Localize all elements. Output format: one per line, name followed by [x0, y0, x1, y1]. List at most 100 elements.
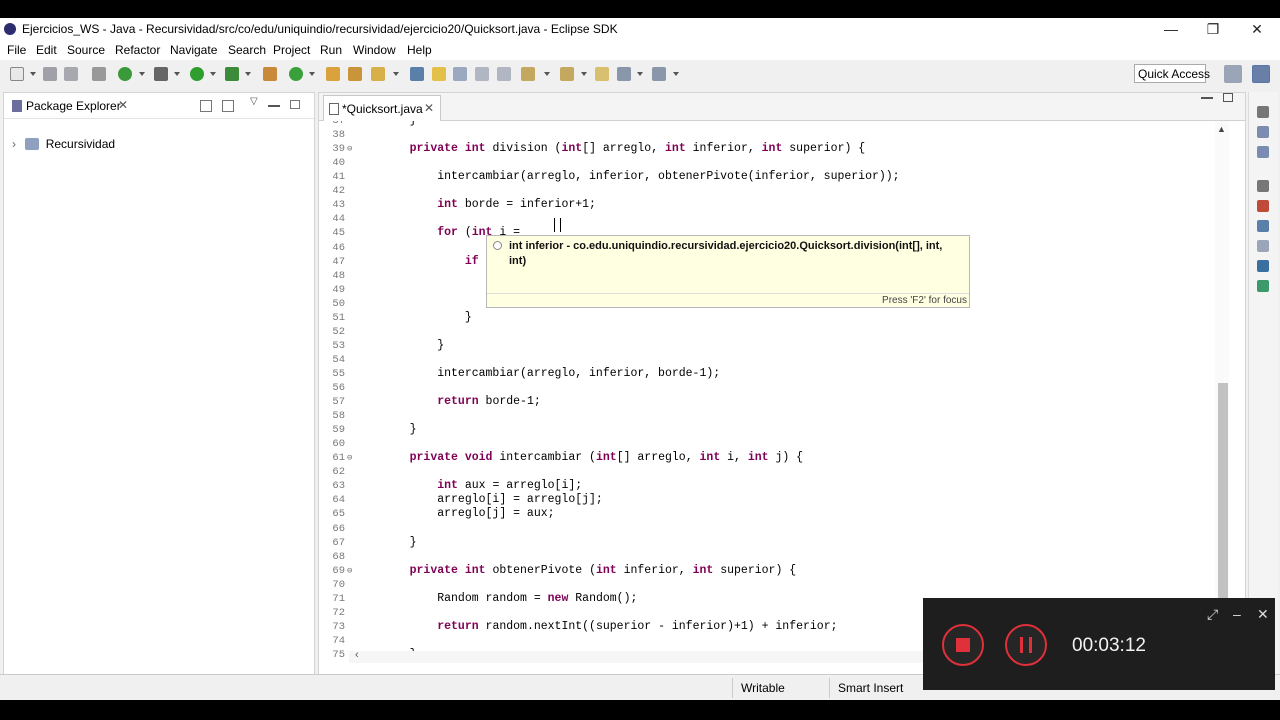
- code-line[interactable]: }: [382, 423, 417, 436]
- menu-file[interactable]: File: [7, 43, 26, 57]
- run-icon[interactable]: [190, 67, 204, 81]
- minimize-button[interactable]: —: [1150, 18, 1192, 40]
- restore-bottom-icon[interactable]: [1257, 180, 1269, 192]
- vertical-scrollbar[interactable]: ▲: [1215, 121, 1229, 651]
- menu-search[interactable]: Search: [228, 43, 266, 57]
- quick-access-field[interactable]: Quick Access: [1134, 64, 1210, 83]
- problems-icon[interactable]: [1257, 200, 1269, 212]
- prev-annotation-dropdown-icon[interactable]: [581, 72, 587, 76]
- menu-run[interactable]: Run: [320, 43, 342, 57]
- javadoc-icon[interactable]: [1257, 220, 1269, 232]
- next-annotation-icon[interactable]: [521, 67, 535, 81]
- view-menu-icon[interactable]: ▽: [250, 96, 262, 108]
- prev-annotation-icon[interactable]: [560, 67, 574, 81]
- new-icon[interactable]: [10, 67, 24, 81]
- open-type-icon[interactable]: [326, 67, 340, 81]
- code-line[interactable]: }: [382, 536, 417, 549]
- menu-project[interactable]: Project: [273, 43, 310, 57]
- menu-refactor[interactable]: Refactor: [115, 43, 160, 57]
- code-line[interactable]: private int obtenerPivote (int inferior,…: [382, 564, 797, 577]
- task-list-icon[interactable]: [1257, 126, 1269, 138]
- code-line[interactable]: arreglo[j] = aux;: [382, 507, 554, 520]
- back-icon[interactable]: [617, 67, 631, 81]
- search-dropdown-icon[interactable]: [393, 72, 399, 76]
- coverage-icon[interactable]: [225, 67, 239, 81]
- code-line[interactable]: }: [382, 121, 417, 127]
- toggle-breadcrumb-icon[interactable]: [410, 67, 424, 81]
- code-line[interactable]: private void intercambiar (int[] arreglo…: [382, 451, 803, 464]
- code-line[interactable]: int borde = inferior+1;: [382, 198, 596, 211]
- package-explorer-close-icon[interactable]: ✕: [118, 98, 128, 112]
- maximize-button[interactable]: ❐: [1192, 18, 1234, 40]
- code-line[interactable]: return borde-1;: [382, 395, 541, 408]
- recorder-expand-icon[interactable]: ⤢: [1207, 606, 1218, 623]
- scroll-up-icon[interactable]: ▲: [1217, 124, 1226, 134]
- package-explorer-title[interactable]: Package Explorer: [26, 99, 121, 113]
- fold-toggle-icon[interactable]: ⊖: [347, 566, 352, 576]
- pilcrow-icon[interactable]: [497, 67, 511, 81]
- forward-icon[interactable]: [652, 67, 666, 81]
- new-class-dropdown-icon[interactable]: [309, 72, 315, 76]
- block-selection-icon[interactable]: [453, 67, 467, 81]
- menu-help[interactable]: Help: [407, 43, 432, 57]
- debug-dropdown-icon[interactable]: [174, 72, 180, 76]
- project-dropdown-icon[interactable]: [139, 72, 145, 76]
- next-annotation-dropdown-icon[interactable]: [544, 72, 550, 76]
- code-line[interactable]: intercambiar(arreglo, inferior, obtenerP…: [382, 170, 899, 183]
- stop-recording-button[interactable]: [942, 624, 984, 666]
- expand-chevron-icon[interactable]: ›: [12, 137, 16, 151]
- show-whitespace-icon[interactable]: [475, 67, 489, 81]
- scroll-left-icon[interactable]: ‹: [355, 649, 359, 661]
- search-icon[interactable]: [371, 67, 385, 81]
- new-dropdown-icon[interactable]: [30, 72, 36, 76]
- new-package-icon[interactable]: [263, 67, 277, 81]
- recorder-minimize-icon[interactable]: –: [1233, 606, 1241, 622]
- coverage-dropdown-icon[interactable]: [245, 72, 251, 76]
- progress-icon[interactable]: [1257, 280, 1269, 292]
- menu-edit[interactable]: Edit: [36, 43, 57, 57]
- declaration-icon[interactable]: [1257, 240, 1269, 252]
- outline-icon[interactable]: [1257, 146, 1269, 158]
- fold-toggle-icon[interactable]: ⊖: [347, 453, 352, 463]
- code-line[interactable]: return random.nextInt((superior - inferi…: [382, 620, 837, 633]
- open-perspective-icon[interactable]: [1224, 65, 1242, 83]
- code-line[interactable]: intercambiar(arreglo, inferior, borde-1)…: [382, 367, 720, 380]
- editor-maximize-icon[interactable]: [1223, 93, 1233, 102]
- link-with-editor-icon[interactable]: [222, 100, 234, 112]
- close-button[interactable]: ✕: [1236, 18, 1278, 40]
- code-line[interactable]: private int division (int[] arreglo, int…: [382, 142, 866, 155]
- tab-close-icon[interactable]: ✕: [424, 101, 434, 115]
- code-line[interactable]: int aux = arreglo[i];: [382, 479, 582, 492]
- project-tree-item[interactable]: › Recursividad: [12, 137, 115, 151]
- editor-minimize-icon[interactable]: [1201, 97, 1213, 99]
- minimize-view-icon[interactable]: [268, 105, 280, 107]
- mark-occurrences-icon[interactable]: [432, 67, 446, 81]
- open-task-icon[interactable]: [348, 67, 362, 81]
- new-class-icon[interactable]: [289, 67, 303, 81]
- pause-recording-button[interactable]: [1005, 624, 1047, 666]
- save-icon[interactable]: [43, 67, 57, 81]
- code-line[interactable]: }: [382, 311, 472, 324]
- menu-navigate[interactable]: Navigate: [170, 43, 217, 57]
- code-area[interactable]: 37 }3839⊖ private int division (int[] ar…: [319, 121, 1219, 657]
- new-java-project-icon[interactable]: [118, 67, 132, 81]
- debug-icon[interactable]: [154, 67, 168, 81]
- run-dropdown-icon[interactable]: [210, 72, 216, 76]
- recorder-close-icon[interactable]: ✕: [1257, 606, 1269, 623]
- collapse-all-icon[interactable]: [200, 100, 212, 112]
- code-line[interactable]: }: [382, 339, 444, 352]
- console-icon[interactable]: [1257, 260, 1269, 272]
- back-dropdown-icon[interactable]: [637, 72, 643, 76]
- fold-toggle-icon[interactable]: ⊖: [347, 144, 352, 154]
- last-edit-location-icon[interactable]: [595, 67, 609, 81]
- menu-source[interactable]: Source: [67, 43, 105, 57]
- skip-breakpoints-icon[interactable]: [92, 67, 106, 81]
- java-perspective-icon[interactable]: [1252, 65, 1270, 83]
- restore-icon[interactable]: [1257, 106, 1269, 118]
- maximize-view-icon[interactable]: [290, 100, 300, 109]
- tab-quicksort[interactable]: *Quicksort.java ✕: [323, 95, 441, 121]
- menu-window[interactable]: Window: [353, 43, 396, 57]
- save-all-icon[interactable]: [64, 67, 78, 81]
- forward-dropdown-icon[interactable]: [673, 72, 679, 76]
- code-line[interactable]: Random random = new Random();: [382, 592, 637, 605]
